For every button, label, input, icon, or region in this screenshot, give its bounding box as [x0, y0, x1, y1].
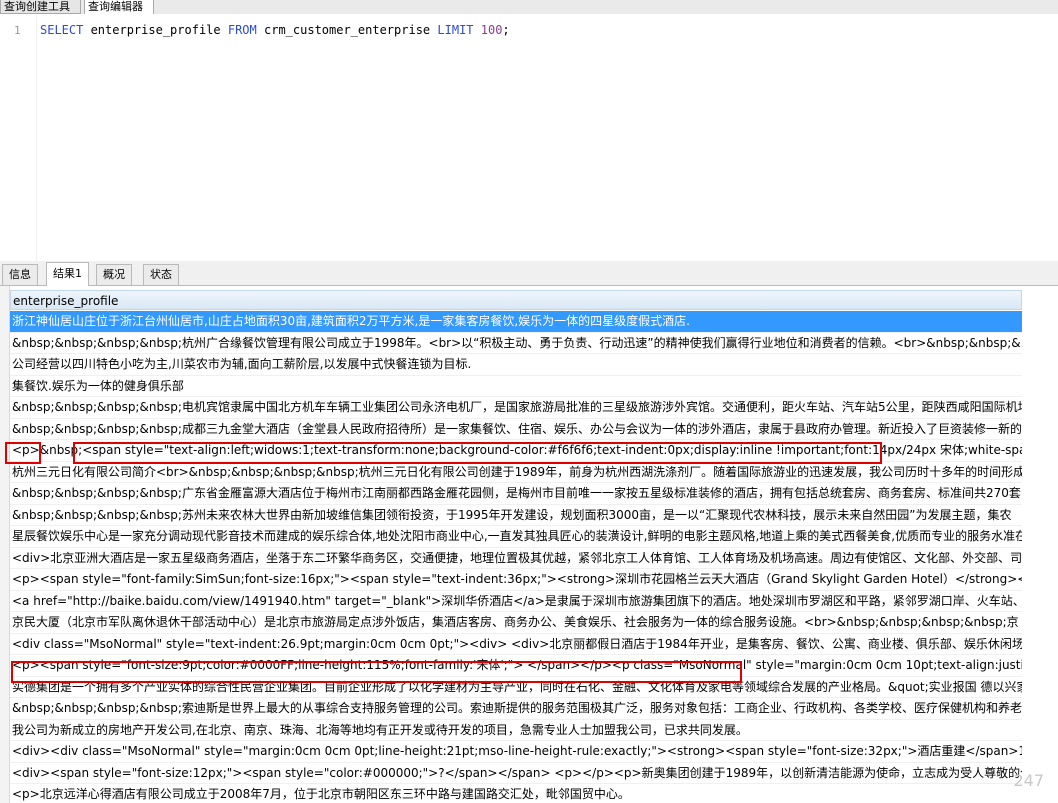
semicolon: ;: [502, 23, 510, 37]
table-row[interactable]: 公司经营以四川特色小吃为主,川菜农市为辅,面向工薪阶层,以发展中式快餐连锁为目标…: [10, 354, 1022, 376]
tab-profile[interactable]: 概况: [96, 264, 132, 285]
highlight-box-span-style: [73, 442, 882, 464]
sql-code-line[interactable]: SELECT enterprise_profile FROM crm_custo…: [40, 23, 510, 37]
table-row[interactable]: <div class="MsoNormal" style="text-inden…: [10, 634, 1022, 655]
tab-query-builder[interactable]: 查询创建工具: [0, 0, 81, 14]
table-row[interactable]: &nbsp;&nbsp;&nbsp;&nbsp;电机宾馆隶属中国北方机车车辆工业…: [10, 397, 1022, 419]
keyword-limit: LIMIT: [437, 23, 474, 37]
table-row[interactable]: 浙江神仙居山庄位于浙江台州仙居市,山庄占地面积30亩,建筑面积2万平方米,是一家…: [10, 311, 1022, 333]
highlight-box-mso-normal: [11, 661, 742, 683]
watermark-text: 247: [1013, 771, 1044, 790]
sql-editor[interactable]: 1 SELECT enterprise_profile FROM crm_cus…: [0, 14, 1058, 261]
editor-gutter-divider: [36, 14, 37, 261]
table-row[interactable]: 集餐饮.娱乐为一体的健身俱乐部: [10, 376, 1022, 397]
table-row[interactable]: &nbsp;&nbsp;&nbsp;&nbsp;成都三九金堂大酒店（金堂县人民政…: [10, 419, 1022, 440]
table-row[interactable]: <div><div class="MsoNormal" style="margi…: [10, 741, 1022, 763]
table-row[interactable]: &nbsp;&nbsp;&nbsp;&nbsp;索迪斯是世界上最大的从事综合支持…: [10, 698, 1022, 720]
result-tab-bar: 信息 结果1 概况 状态: [0, 261, 1058, 286]
tab-info[interactable]: 信息: [2, 264, 38, 285]
vertical-scroll-area[interactable]: [1022, 290, 1058, 803]
table-row[interactable]: <p><span style="font-family:SimSun;font-…: [10, 569, 1022, 591]
table-row[interactable]: 星辰餐饮娱乐中心是一家充分调动现代影音技术而建成的娱乐综合体,地处沈阳市商业中心…: [10, 526, 1022, 548]
keyword-from: FROM: [227, 23, 257, 37]
highlight-box-p-tag: [5, 442, 41, 464]
result-grid[interactable]: enterprise_profile 浙江神仙居山庄位于浙江台州仙居市,山庄占地…: [0, 286, 1058, 803]
row-indicator-gutter: [0, 286, 10, 803]
table-row[interactable]: &nbsp;&nbsp;&nbsp;&nbsp;杭州广合缘餐饮管理有限公司成立于…: [10, 333, 1022, 354]
table-row[interactable]: &nbsp;&nbsp;&nbsp;&nbsp;苏州未来农林大世界由新加坡维信集…: [10, 505, 1022, 526]
table-row[interactable]: <div><span style="font-size:12px;"><span…: [10, 763, 1022, 784]
table-row[interactable]: &nbsp;&nbsp;&nbsp;&nbsp;广东省金雁富源大酒店位于梅州市江…: [10, 483, 1022, 505]
column-name: enterprise_profile: [83, 23, 228, 37]
table-row[interactable]: 京民大厦（北京市军队离休退休干部活动中心）是北京市旅游局定点涉外饭店，集酒店客房…: [10, 612, 1022, 634]
column-header-enterprise-profile[interactable]: enterprise_profile: [10, 290, 1022, 310]
tab-result1[interactable]: 结果1: [46, 262, 89, 286]
limit-value: 100: [473, 23, 503, 37]
tab-status[interactable]: 状态: [143, 264, 179, 285]
query-tab-bar: 查询创建工具 查询编辑器: [0, 0, 1058, 14]
table-row[interactable]: 我公司为新成立的房地产开发公司,在北京、南京、珠海、北海等地均有正开发或待开发的…: [10, 720, 1022, 741]
result-rows: 浙江神仙居山庄位于浙江台州仙居市,山庄占地面积30亩,建筑面积2万平方米,是一家…: [10, 311, 1022, 803]
table-row[interactable]: <a href="http://baike.baidu.com/view/149…: [10, 591, 1022, 612]
keyword-select: SELECT: [40, 23, 84, 37]
line-number: 1: [14, 24, 21, 37]
table-row[interactable]: 杭州三元日化有限公司简介<br>&nbsp;&nbsp;&nbsp;&nbsp;…: [10, 462, 1022, 483]
table-row[interactable]: <div>北京亚洲大酒店是一家五星级商务酒店，坐落于东二环繁华商务区，交通便捷，…: [10, 548, 1022, 569]
tab-query-editor[interactable]: 查询编辑器: [84, 0, 154, 14]
table-name: crm_customer_enterprise: [256, 23, 438, 37]
table-row[interactable]: <p>北京远洋心得酒店有限公司成立于2008年7月，位于北京市朝阳区东三环中路与…: [10, 784, 1022, 803]
